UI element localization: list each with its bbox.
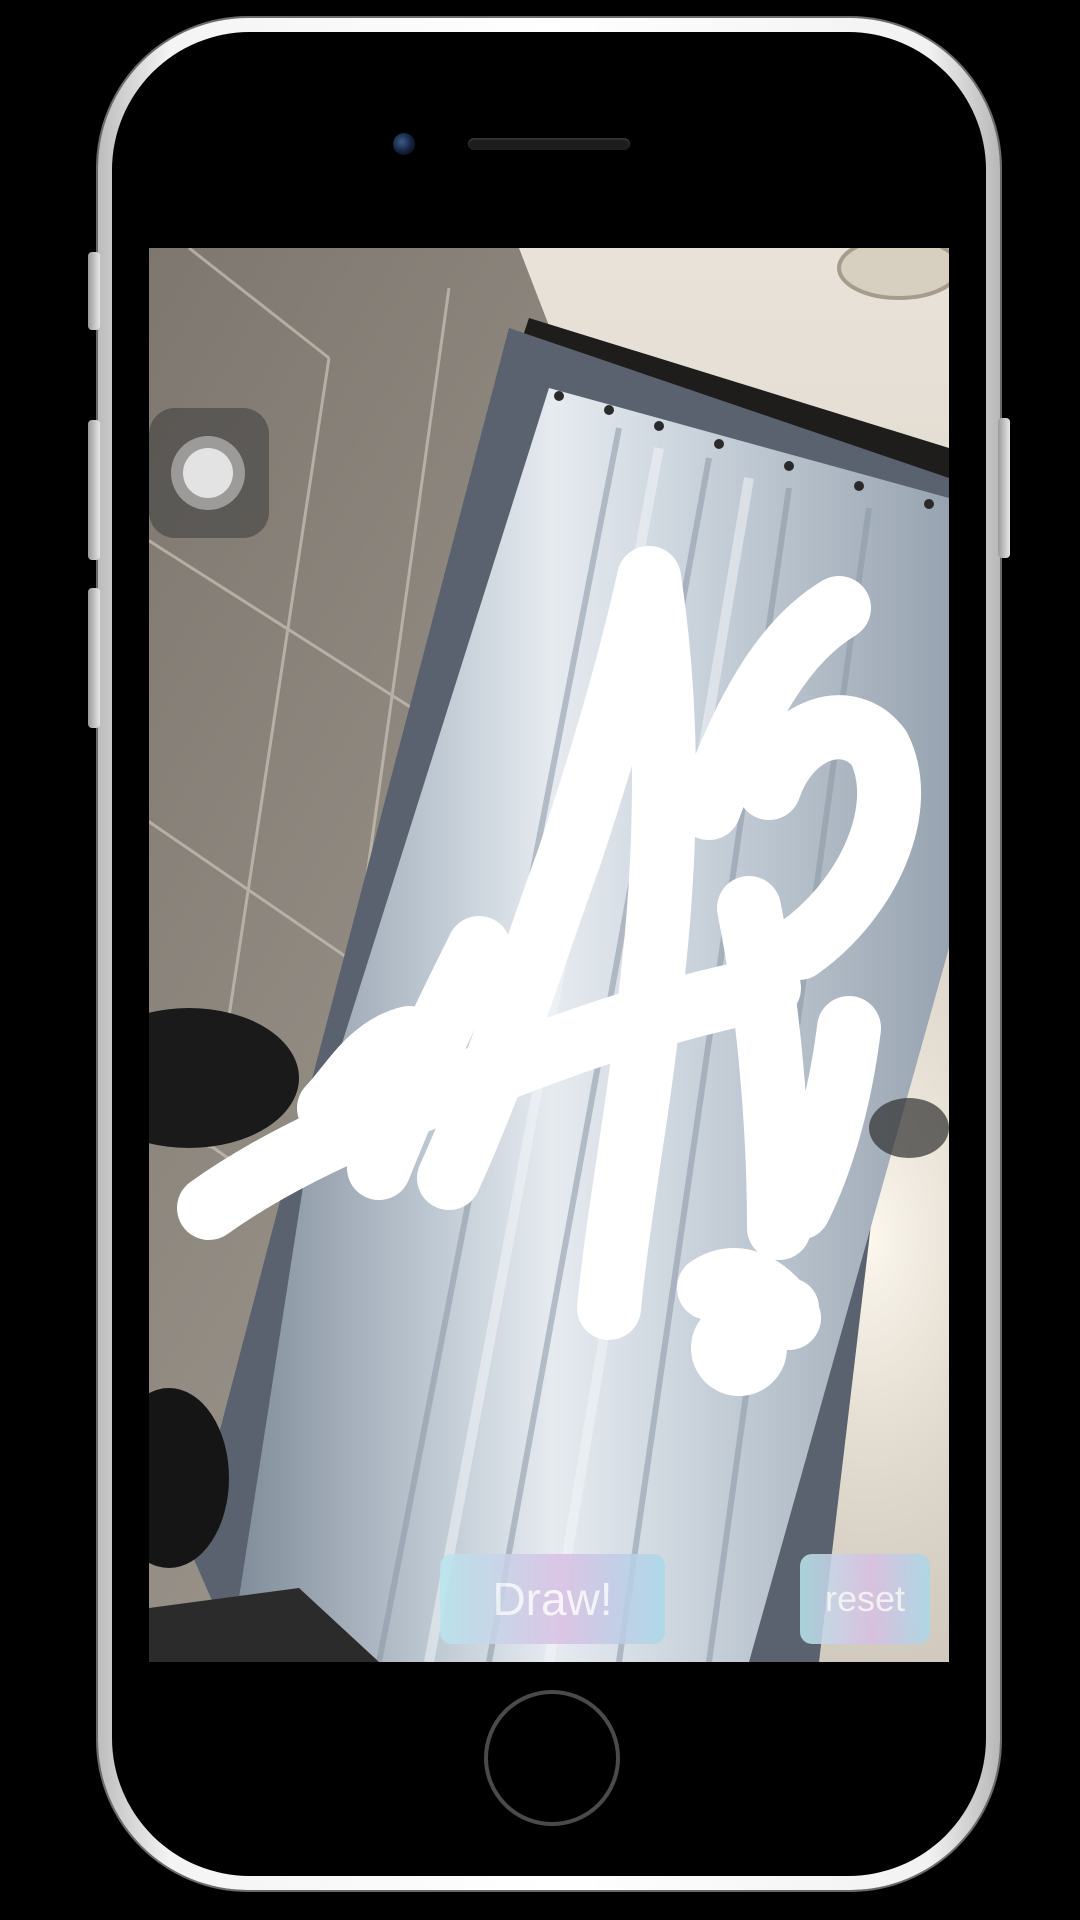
volume-up-button: [88, 420, 100, 560]
power-button: [998, 418, 1010, 558]
reset-button[interactable]: reset: [800, 1554, 930, 1644]
mute-switch: [88, 252, 100, 330]
draw-button[interactable]: Draw!: [440, 1554, 665, 1644]
front-camera-icon: [393, 133, 415, 155]
camera-feed: [149, 248, 949, 1662]
speaker-grille: [468, 138, 630, 150]
volume-down-button: [88, 588, 100, 728]
home-button[interactable]: [484, 1690, 620, 1826]
assistive-touch-dot: [183, 448, 233, 498]
assistive-touch-icon[interactable]: [149, 408, 269, 538]
app-stage: Draw! reset: [0, 0, 1080, 1920]
ar-camera-view[interactable]: Draw! reset: [149, 248, 949, 1662]
